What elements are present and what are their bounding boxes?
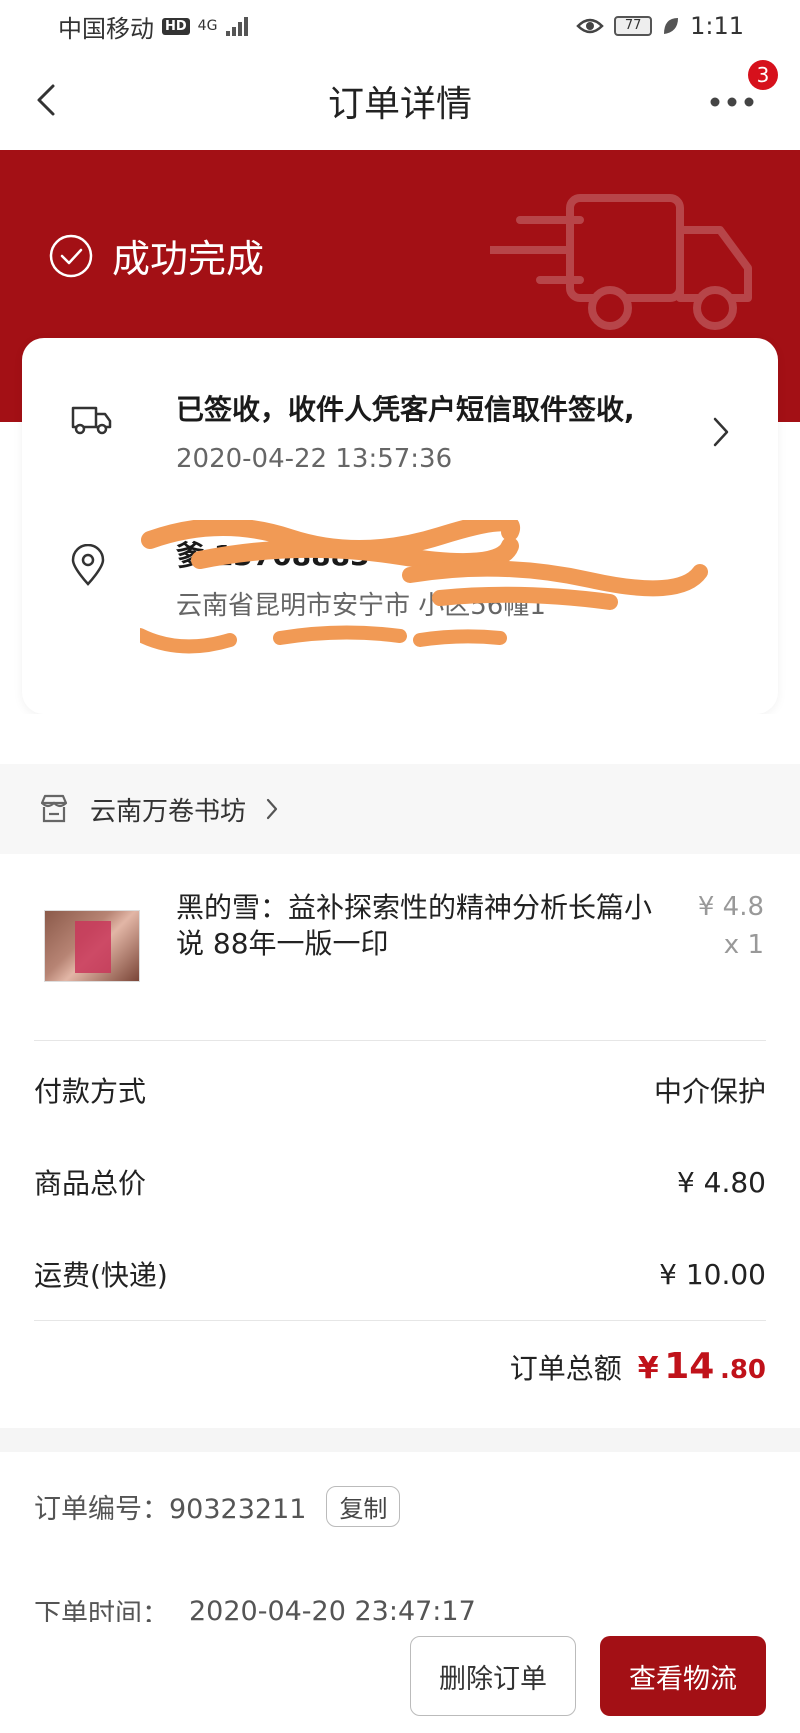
leaf-icon: [664, 18, 679, 34]
signal-icon: [226, 17, 249, 36]
location-pin-icon: [71, 544, 105, 586]
bottom-action-bar: 删除订单 查看物流: [0, 1622, 800, 1733]
more-button[interactable]: [704, 82, 760, 122]
status-text: 成功完成: [112, 237, 265, 281]
divider: [34, 1320, 766, 1321]
more-dots-icon: [710, 97, 754, 107]
carrier-label: 中国移动: [58, 14, 154, 43]
status-left: 中国移动 HD 4G: [58, 9, 251, 44]
chevron-right-icon: [266, 798, 278, 820]
section-separator: [0, 714, 800, 764]
status-right: 77 1:11: [576, 12, 744, 40]
payment-method-label: 付款方式: [34, 1075, 147, 1108]
notification-badge: 3: [748, 60, 778, 90]
check-circle-icon: [49, 234, 93, 277]
subtotal-value: ¥ 4.80: [676, 1165, 766, 1199]
order-status: 成功完成: [48, 228, 264, 283]
recipient-info: 爹 13708883: [176, 539, 370, 572]
copy-button[interactable]: 复制: [326, 1486, 401, 1527]
product-item[interactable]: 黑的雪：益补探索性的精神分析长篇小说 88年一版一印 ¥ 4.8 x 1: [0, 854, 800, 1040]
order-number-caption: 订单编号：: [34, 1494, 169, 1525]
shop-name: 云南万卷书坊: [90, 796, 247, 827]
order-number-label: 订单编号：90323211: [34, 1487, 306, 1526]
status-bar: 中国移动 HD 4G 77 1:11: [0, 0, 800, 52]
shop-icon: [40, 794, 68, 823]
product-title: 黑的雪：益补探索性的精神分析长篇小说 88年一版一印: [176, 891, 653, 960]
shipping-value: ¥ 10.00: [659, 1257, 766, 1291]
payment-method-row: 付款方式 中介保护: [34, 1060, 766, 1120]
chevron-left-icon: [37, 84, 55, 116]
network-label: 4G: [197, 18, 218, 34]
eye-icon: [576, 18, 604, 34]
clock-label: 1:11: [690, 12, 744, 40]
delivery-card: 已签收，收件人凭客户短信取件签收, 2020-04-22 13:57:36 爹 …: [22, 338, 778, 714]
product-price: ¥ 4.8: [697, 892, 764, 922]
total-integer: 14: [664, 1346, 715, 1387]
back-button[interactable]: [24, 78, 68, 122]
total-currency: ¥: [637, 1351, 659, 1386]
view-logistics-button[interactable]: 查看物流: [600, 1636, 766, 1716]
order-total-row: 订单总额 ¥ 14 .80: [510, 1346, 766, 1406]
section-separator: [0, 1428, 800, 1452]
payment-method-value: 中介保护: [653, 1075, 766, 1108]
address-row: 爹 13708883 云南省昆明市安宁市 小区56幢1: [70, 534, 730, 684]
logistics-time: 2020-04-22 13:57:36: [176, 444, 453, 474]
address-detail: 云南省昆明市安宁市 小区56幢1: [176, 591, 546, 621]
total-label: 订单总额: [509, 1352, 622, 1385]
shipping-label: 运费(快递): [34, 1259, 168, 1292]
total-decimal: .80: [719, 1355, 766, 1385]
nav-header: 订单详情 3: [0, 52, 800, 150]
shipping-row: 运费(快递) ¥ 10.00: [34, 1244, 766, 1304]
logistics-row[interactable]: 已签收，收件人凭客户短信取件签收, 2020-04-22 13:57:36: [70, 388, 730, 484]
subtotal-row: 商品总价 ¥ 4.80: [34, 1152, 766, 1212]
product-thumbnail[interactable]: [44, 910, 140, 982]
battery-indicator: 77: [614, 16, 653, 36]
chevron-right-icon: [713, 417, 729, 447]
page-title: 订单详情: [327, 84, 472, 125]
truck-icon: [490, 194, 752, 330]
product-quantity: x 1: [723, 930, 764, 960]
subtotal-label: 商品总价: [34, 1167, 147, 1200]
total-amount: ¥ 14 .80: [638, 1346, 766, 1387]
delivery-truck-icon: [71, 406, 112, 435]
divider: [34, 1040, 766, 1041]
delete-order-button[interactable]: 删除订单: [410, 1636, 576, 1716]
logistics-latest: 已签收，收件人凭客户短信取件签收,: [176, 393, 635, 426]
order-number-row: 订单编号：90323211 复制: [34, 1486, 401, 1527]
shop-row[interactable]: 云南万卷书坊: [0, 764, 800, 854]
order-number-value: 90323211: [169, 1494, 307, 1525]
hd-badge: HD: [162, 17, 190, 35]
